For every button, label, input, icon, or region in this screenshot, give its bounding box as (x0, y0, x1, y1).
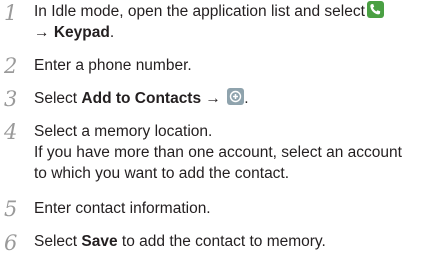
step-number: 2 (4, 54, 18, 78)
arrow: → (205, 90, 221, 107)
select-word: Select (34, 233, 78, 250)
step-number: 1 (4, 1, 18, 25)
step-text: Enter a phone number. (34, 57, 192, 74)
step-text: Select Save to add the contact to memory… (34, 231, 439, 252)
step-1-instruction: In Idle mode, open the application list … (34, 3, 365, 20)
step-text: Select a memory location. If you have mo… (34, 121, 439, 184)
select-word: Select (34, 90, 78, 107)
step-number: 4 (4, 120, 18, 144)
step-number: 6 (4, 231, 18, 255)
step-text: In Idle mode, open the application list … (34, 1, 439, 43)
step-number: 3 (4, 87, 18, 111)
step-4-instruction: Select a memory location. (34, 123, 213, 140)
period: . (109, 24, 115, 41)
step-text: Enter contact information. (34, 200, 211, 217)
step-4-note-line-2: to which you want to add the contact. (34, 165, 290, 182)
arrow: → (34, 24, 50, 41)
step-text: Select Add to Contacts → . (34, 88, 439, 109)
step-4-note-line-1: If you have more than one account, selec… (34, 144, 402, 161)
add-to-contacts-label: Add to Contacts (81, 90, 202, 107)
period: . (244, 90, 249, 107)
add-icon (227, 88, 245, 105)
step-number: 5 (4, 197, 18, 221)
keypad-label: Keypad (53, 24, 110, 41)
phone-icon (366, 1, 384, 18)
step-6-suffix: to add the contact to memory. (121, 233, 326, 250)
save-label: Save (81, 233, 118, 250)
